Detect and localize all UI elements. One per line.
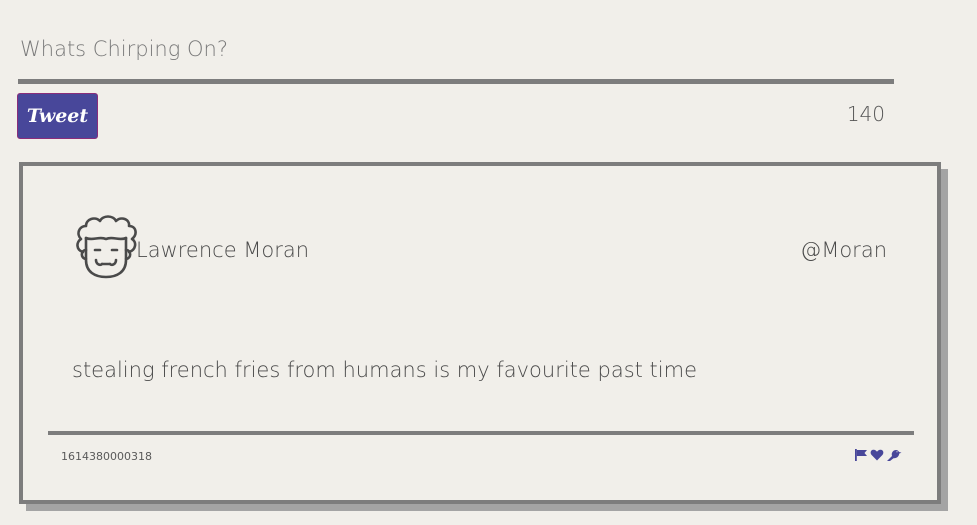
tweet-button[interactable]: Tweet (17, 93, 98, 139)
tweet-timestamp: 1614380000318 (61, 450, 152, 463)
author-name: Lawrence Moran (136, 238, 310, 262)
bird-icon[interactable] (886, 448, 902, 462)
author-handle: @Moran (800, 238, 887, 262)
tweet-text: stealing french fries from humans is my … (72, 358, 698, 382)
tweet-compose-input[interactable] (18, 18, 894, 84)
compose-area (18, 18, 894, 88)
tweet-card: Lawrence Moran @Moran stealing french fr… (19, 162, 941, 504)
avatar-icon (73, 214, 139, 282)
character-counter: 140 (846, 102, 885, 126)
heart-icon[interactable] (870, 448, 884, 462)
tweet-actions (854, 448, 902, 462)
flag-icon[interactable] (854, 448, 868, 462)
divider (48, 431, 914, 435)
